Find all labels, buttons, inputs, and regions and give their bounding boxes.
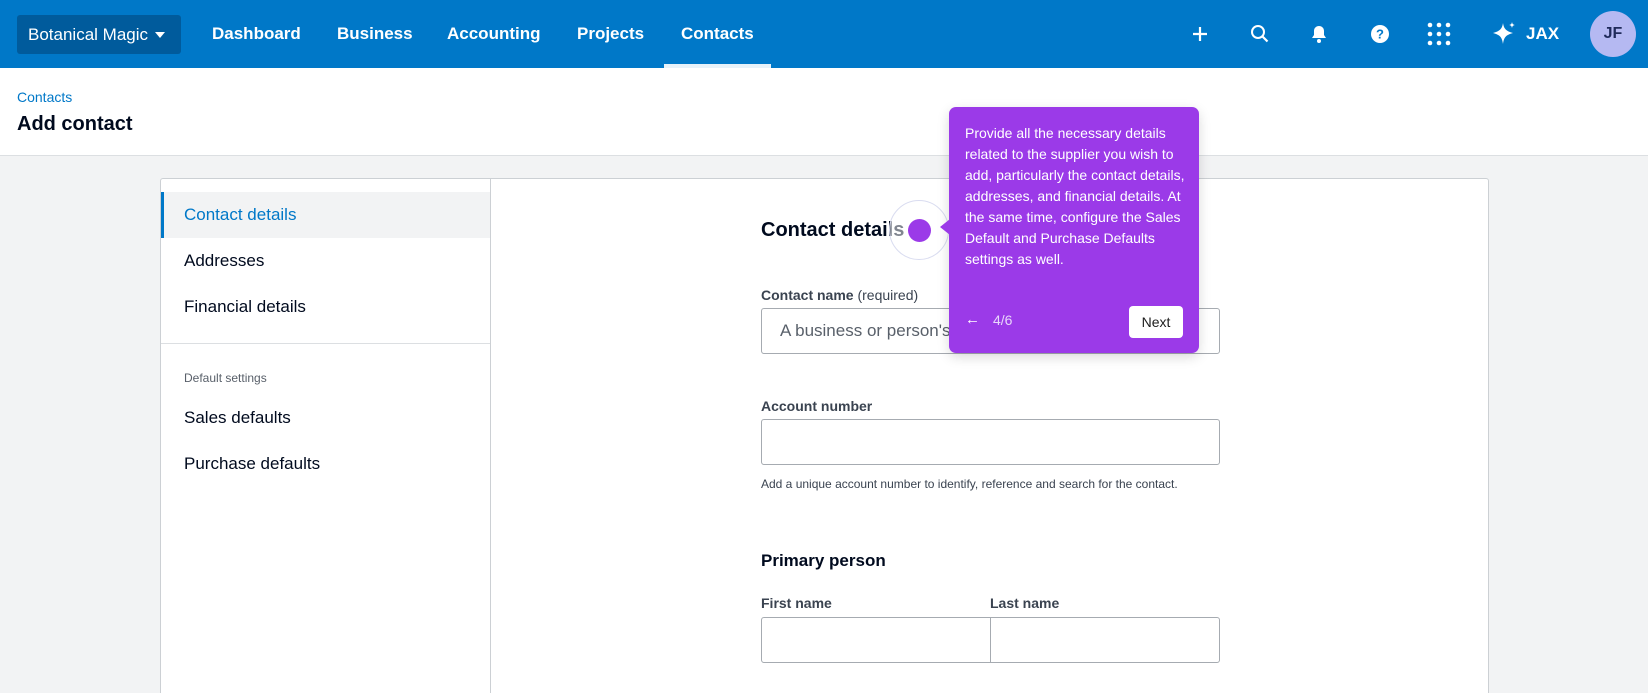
sidebar-item-financial-details[interactable]: Financial details <box>161 284 490 330</box>
page-header: Contacts Add contact <box>0 68 1648 156</box>
primary-person-heading: Primary person <box>761 551 886 570</box>
arrow-left-icon[interactable]: ← <box>965 311 980 328</box>
nav-business[interactable]: Business <box>337 0 413 68</box>
page-title: Add contact <box>17 113 133 135</box>
section-sidebar: Contact details Addresses Financial deta… <box>161 179 491 693</box>
breadcrumb[interactable]: Contacts <box>17 89 72 105</box>
add-contact-card: Contact details Addresses Financial deta… <box>160 178 1489 693</box>
svg-text:?: ? <box>1376 27 1384 42</box>
jax-assistant-button[interactable]: JAX <box>1490 20 1559 48</box>
nav-accounting[interactable]: Accounting <box>447 0 541 68</box>
first-name-input[interactable] <box>761 617 991 663</box>
contact-name-label-text: Contact name <box>761 287 854 303</box>
avatar[interactable]: JF <box>1590 11 1636 57</box>
account-number-input[interactable] <box>761 419 1220 465</box>
sidebar-item-purchase-defaults[interactable]: Purchase defaults <box>161 441 490 487</box>
tour-hotspot[interactable] <box>908 219 931 242</box>
contact-name-placeholder: A business or person's <box>780 321 951 340</box>
top-navigation-bar: Botanical Magic Dashboard Business Accou… <box>0 0 1648 68</box>
sidebar-item-contact-details[interactable]: Contact details <box>161 192 490 238</box>
organisation-switcher[interactable]: Botanical Magic <box>17 15 181 54</box>
tour-next-button[interactable]: Next <box>1129 306 1183 338</box>
nav-projects[interactable]: Projects <box>577 0 644 68</box>
tour-step-counter: 4/6 <box>993 312 1013 328</box>
tour-tooltip-text: Provide all the necessary details relate… <box>965 125 1185 267</box>
required-indicator: (required) <box>857 287 919 303</box>
sparkle-icon <box>1493 22 1515 44</box>
apps-grid-icon[interactable] <box>1425 20 1453 48</box>
nav-dashboard[interactable]: Dashboard <box>212 0 301 68</box>
tour-tooltip: Provide all the necessary details relate… <box>940 107 1199 353</box>
sidebar-divider <box>161 343 490 344</box>
account-number-label: Account number <box>761 398 873 414</box>
sidebar-item-addresses[interactable]: Addresses <box>161 238 490 284</box>
contact-name-label: Contact name (required) <box>761 287 918 303</box>
first-name-label: First name <box>761 595 832 611</box>
last-name-label: Last name <box>990 595 1060 611</box>
last-name-input[interactable] <box>990 617 1220 663</box>
sidebar-item-sales-defaults[interactable]: Sales defaults <box>161 395 490 441</box>
contact-details-heading: Contact details <box>761 219 905 241</box>
bell-icon[interactable] <box>1305 20 1333 48</box>
account-number-help-text: Add a unique account number to identify,… <box>761 477 1178 491</box>
help-icon[interactable]: ? <box>1366 20 1394 48</box>
nav-contacts[interactable]: Contacts <box>664 0 771 68</box>
sidebar-section-label: Default settings <box>184 371 267 385</box>
plus-icon[interactable] <box>1186 20 1214 48</box>
jax-label: JAX <box>1526 24 1560 43</box>
organisation-name: Botanical Magic <box>28 24 149 44</box>
search-icon[interactable] <box>1246 20 1274 48</box>
caret-down-icon <box>155 31 166 38</box>
